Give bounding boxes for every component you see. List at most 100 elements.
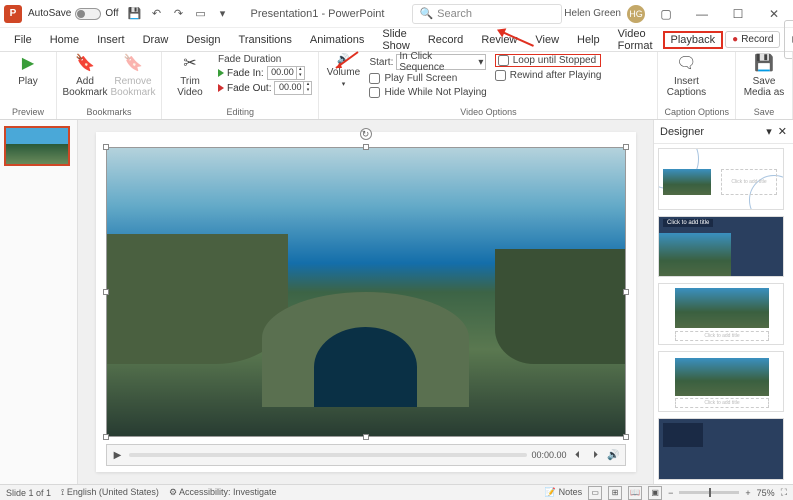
user-avatar[interactable]: HG: [627, 5, 645, 23]
fade-in-input[interactable]: 00.00▴▾: [267, 66, 305, 80]
video-seek-slider[interactable]: [129, 453, 528, 457]
group-label-save: Save: [742, 106, 786, 117]
video-step-back-icon[interactable]: ⏴: [571, 450, 585, 461]
main-area: ▶ 00:00.00 ⏴ ⏵ 🔊 Designer ▾ ✕ Click to a…: [0, 120, 793, 484]
fade-out-input[interactable]: 00.00▴▾: [274, 81, 312, 95]
tab-help[interactable]: Help: [569, 31, 608, 49]
search-icon: 🔍: [419, 7, 433, 20]
video-volume-icon[interactable]: 🔊: [607, 450, 621, 461]
sorter-view-icon[interactable]: ⊞: [608, 486, 622, 500]
reading-view-icon[interactable]: 📖: [628, 486, 642, 500]
document-title: Presentation1 - PowerPoint: [251, 8, 385, 20]
add-bookmark-button[interactable]: 🔖 Add Bookmark: [63, 54, 107, 98]
group-video-options: 🔊 Volume ▾ Start: In Click Sequence▾ Pla…: [319, 52, 658, 119]
group-label-caption: Caption Options: [664, 106, 729, 117]
status-language[interactable]: ⟟ English (United States): [61, 487, 159, 498]
resize-handle[interactable]: [623, 434, 629, 440]
rewind-after-playing-checkbox[interactable]: Rewind after Playing: [495, 70, 602, 81]
fade-in-label: Fade In:: [227, 68, 264, 79]
quick-access-toolbar: 💾 ↶ ↷ ▭ ▾: [127, 6, 231, 22]
undo-icon[interactable]: ↶: [149, 6, 165, 22]
resize-handle[interactable]: [103, 289, 109, 295]
video-play-button[interactable]: ▶: [111, 450, 125, 461]
captions-icon: 🗨: [676, 54, 696, 74]
fade-out-row: Fade Out: 00.00▴▾: [218, 81, 312, 95]
video-object[interactable]: [106, 147, 626, 437]
qat-dropdown-icon[interactable]: ▾: [215, 6, 231, 22]
slideshow-view-icon[interactable]: ▣: [648, 486, 662, 500]
tab-insert[interactable]: Insert: [89, 31, 133, 49]
slide-thumbnail-pane[interactable]: [0, 120, 78, 484]
group-label-preview: Preview: [6, 106, 50, 117]
ribbon-panel: ▶ Play Preview 🔖 Add Bookmark 🔖 Remove B…: [0, 52, 793, 120]
tab-video-format[interactable]: Video Format: [610, 25, 661, 55]
autosave-label: AutoSave: [28, 8, 71, 19]
resize-handle[interactable]: [363, 144, 369, 150]
resize-handle[interactable]: [363, 434, 369, 440]
designer-suggestions[interactable]: Click to add title Click to add title Cl…: [654, 144, 793, 484]
user-name: Helen Green: [564, 8, 621, 19]
save-icon[interactable]: 💾: [127, 6, 143, 22]
start-dropdown[interactable]: In Click Sequence▾: [396, 54, 486, 70]
fit-to-window-icon[interactable]: ⛶: [781, 487, 787, 498]
resize-handle[interactable]: [103, 144, 109, 150]
loop-until-stopped-checkbox[interactable]: Loop until Stopped: [495, 54, 602, 67]
rotate-handle-icon[interactable]: [360, 128, 372, 140]
design-idea-2[interactable]: Click to add title: [658, 216, 784, 278]
status-accessibility[interactable]: ⚙ Accessibility: Investigate: [169, 487, 277, 498]
play-full-screen-checkbox[interactable]: Play Full Screen: [369, 73, 486, 84]
group-caption-options: 🗨 Insert Captions Caption Options: [658, 52, 736, 119]
video-preview: [107, 148, 625, 436]
bookmark-add-icon: 🔖: [75, 54, 95, 74]
tab-file[interactable]: File: [6, 31, 40, 49]
design-idea-5[interactable]: [658, 418, 784, 480]
design-idea-1[interactable]: Click to add title: [658, 148, 784, 210]
design-idea-4[interactable]: Click to add title: [658, 351, 784, 413]
start-label: Start:: [369, 57, 393, 68]
toggle-switch-icon[interactable]: [75, 8, 101, 20]
chevron-down-icon[interactable]: ▾: [766, 125, 772, 138]
fade-in-icon: [218, 69, 224, 77]
design-idea-3[interactable]: Click to add title: [658, 283, 784, 345]
ribbon-tabs: File Home Insert Draw Design Transitions…: [0, 28, 793, 52]
resize-handle[interactable]: [623, 289, 629, 295]
autosave-toggle[interactable]: AutoSave Off: [28, 8, 119, 20]
zoom-out-icon[interactable]: −: [668, 488, 673, 498]
search-input[interactable]: 🔍 Search: [412, 4, 562, 24]
tab-transitions[interactable]: Transitions: [231, 31, 300, 49]
minimize-icon[interactable]: —: [687, 2, 717, 26]
resize-handle[interactable]: [103, 434, 109, 440]
group-bookmarks: 🔖 Add Bookmark 🔖 Remove Bookmark Bookmar…: [57, 52, 162, 119]
tab-draw[interactable]: Draw: [135, 31, 177, 49]
zoom-level: 75%: [757, 488, 775, 498]
record-button[interactable]: ●Record: [725, 31, 780, 48]
close-designer-icon[interactable]: ✕: [778, 125, 787, 138]
tab-playback[interactable]: Playback: [663, 31, 724, 49]
tab-home[interactable]: Home: [42, 31, 87, 49]
insert-captions-button[interactable]: 🗨 Insert Captions: [664, 54, 708, 98]
slide-canvas[interactable]: ▶ 00:00.00 ⏴ ⏵ 🔊: [96, 132, 636, 472]
tab-design[interactable]: Design: [178, 31, 228, 49]
video-step-fwd-icon[interactable]: ⏵: [589, 450, 603, 461]
zoom-slider[interactable]: [679, 491, 739, 494]
ribbon-display-icon[interactable]: ▢: [651, 2, 681, 26]
tab-animations[interactable]: Animations: [302, 31, 372, 49]
slide-editor[interactable]: ▶ 00:00.00 ⏴ ⏵ 🔊: [78, 120, 653, 484]
start-option: Start: In Click Sequence▾: [369, 54, 486, 70]
redo-icon[interactable]: ↷: [171, 6, 187, 22]
zoom-in-icon[interactable]: +: [745, 488, 750, 498]
save-media-icon: 💾: [754, 54, 774, 74]
start-from-beginning-icon[interactable]: ▭: [193, 6, 209, 22]
trim-video-button[interactable]: ✂ Trim Video: [168, 54, 212, 98]
play-icon: ▶: [18, 54, 38, 74]
hide-while-not-playing-checkbox[interactable]: Hide While Not Playing: [369, 87, 486, 98]
resize-handle[interactable]: [623, 144, 629, 150]
video-play-controls: ▶ 00:00.00 ⏴ ⏵ 🔊: [106, 444, 626, 466]
tab-record[interactable]: Record: [420, 31, 471, 49]
status-notes-button[interactable]: 📝 Notes: [545, 487, 582, 498]
play-button[interactable]: ▶ Play: [6, 54, 50, 87]
save-media-button[interactable]: 💾 Save Media as: [742, 54, 786, 98]
slide-thumbnail-1[interactable]: [4, 126, 70, 166]
normal-view-icon[interactable]: ▭: [588, 486, 602, 500]
tab-slideshow[interactable]: Slide Show: [374, 25, 418, 55]
